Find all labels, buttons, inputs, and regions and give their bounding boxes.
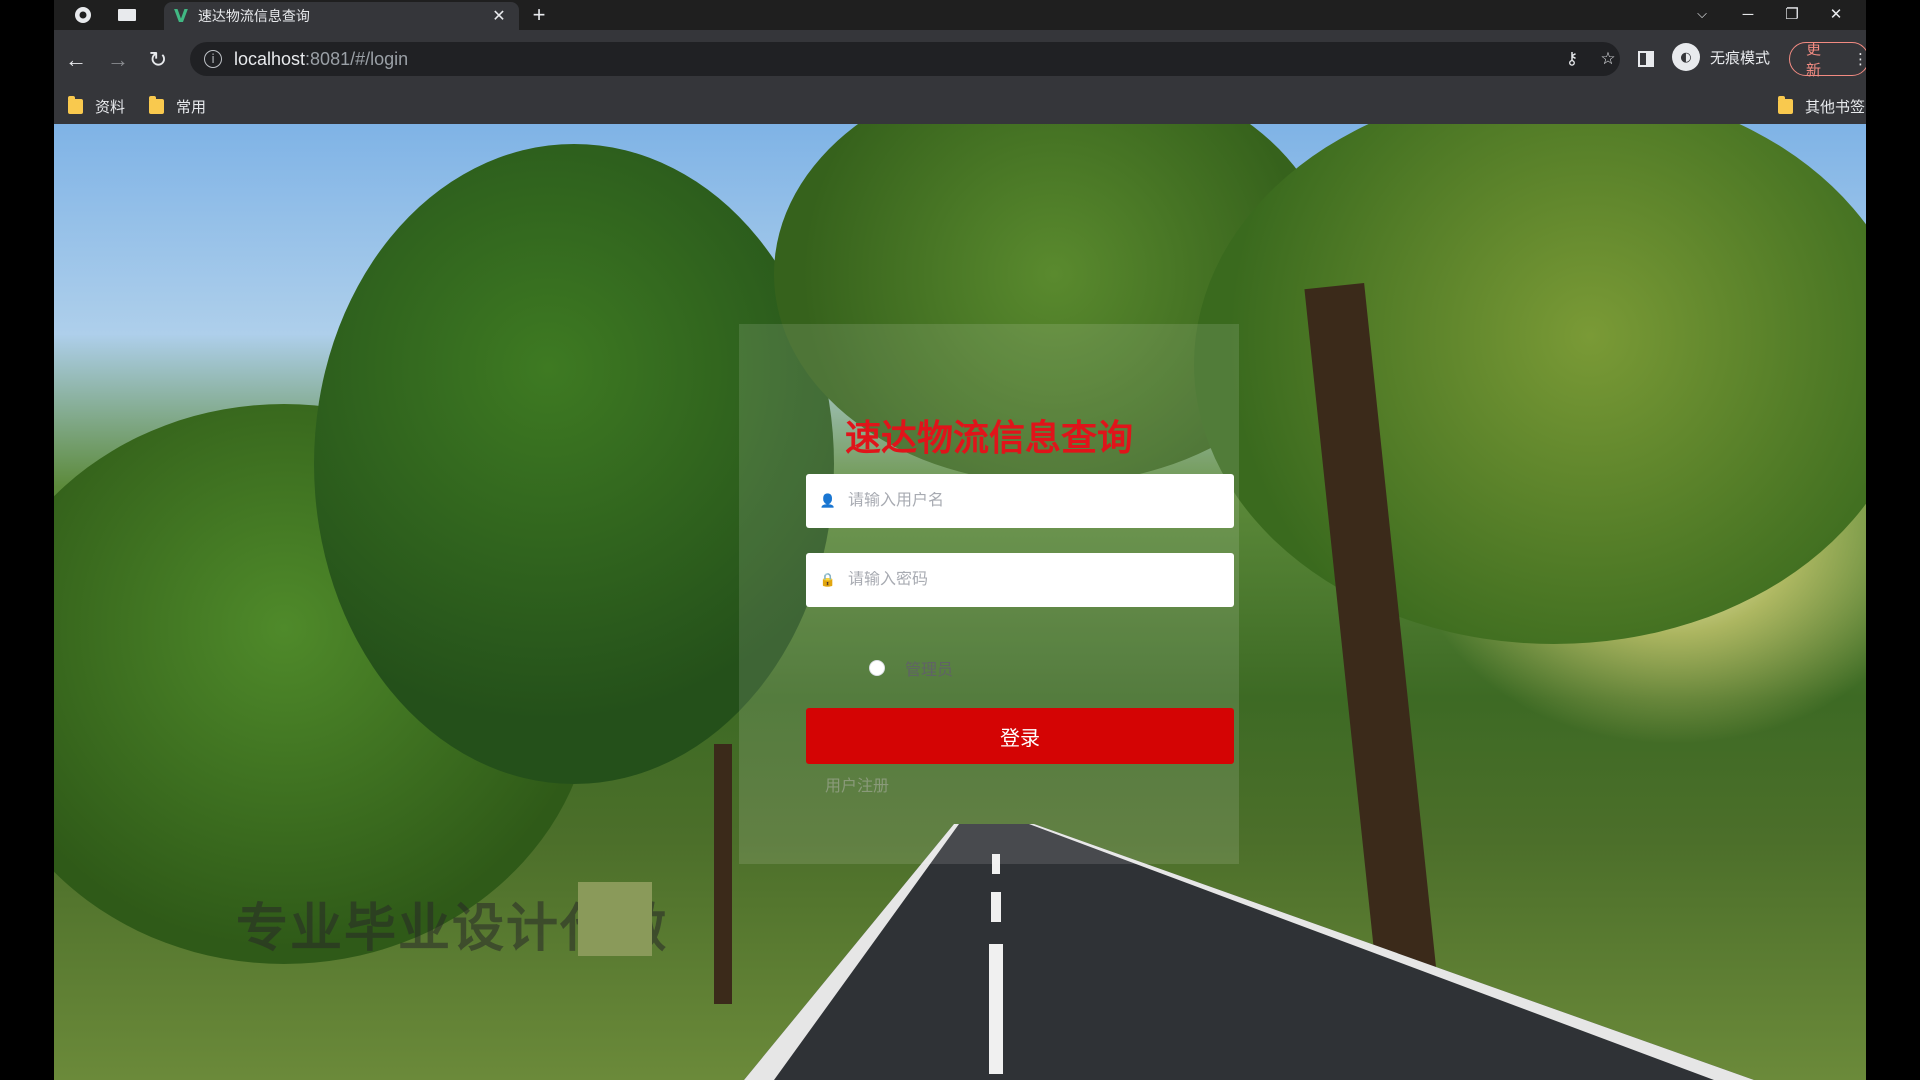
browser-window: V 速达物流信息查询 ✕ + ⌵ ─ ❐ ✕ ← → ↻ i localhost… [54, 0, 1866, 1080]
sidepanel-icon[interactable] [1632, 45, 1660, 73]
update-button[interactable]: 更新 ⋮ [1789, 41, 1866, 79]
password-input[interactable] [848, 571, 1234, 589]
folder-icon [1778, 96, 1793, 114]
bookmarks-bar: 资料 常用 其他书签 [54, 88, 1866, 124]
tab-title: 速达物流信息查询 [197, 8, 310, 24]
bookmark-label: 常用 [176, 99, 207, 116]
incognito-label: 无痕模式 [1710, 49, 1771, 67]
password-field[interactable]: 🔒 [806, 553, 1234, 607]
toolbar: ← → ↻ i localhost:8081/#/login ⚷ ☆ ◐ 无痕模… [54, 30, 1866, 88]
user-icon: 👤 [819, 493, 837, 509]
bookmark-folder-1[interactable]: 资料 [68, 96, 125, 117]
tab-active[interactable]: V 速达物流信息查询 ✕ [164, 2, 519, 30]
minimize-icon[interactable]: ─ [1726, 0, 1770, 28]
chrome-icon[interactable] [66, 2, 100, 28]
url-host: localhost [234, 48, 306, 69]
plus-icon[interactable]: + [524, 2, 554, 28]
login-button[interactable]: 登录 [806, 708, 1234, 764]
back-icon[interactable]: ← [60, 44, 92, 76]
login-page: 速达物流信息查询 👤 🔒 管理员 登录 用户注册 专业毕业设计代做 [54, 124, 1866, 1080]
tab-strip: V 速达物流信息查询 ✕ + ⌵ ─ ❐ ✕ [54, 0, 1866, 30]
incognito-icon: ◐ [1672, 43, 1700, 71]
chevron-down-icon[interactable]: ⌵ [1680, 0, 1724, 28]
url-path: :8081/#/login [305, 48, 409, 69]
address-bar[interactable]: i localhost:8081/#/login ⚷ ☆ [190, 42, 1620, 76]
menu-icon[interactable]: ⋮ [1853, 50, 1866, 68]
other-bookmarks-label: 其他书签 [1805, 99, 1866, 116]
close-icon[interactable]: ✕ [489, 6, 509, 26]
info-icon[interactable]: i [204, 50, 222, 68]
other-bookmarks[interactable]: 其他书签 [1778, 96, 1865, 117]
forward-icon[interactable]: → [102, 44, 134, 76]
incognito-indicator[interactable]: ◐ 无痕模式 [1672, 43, 1770, 71]
bookmark-folder-2[interactable]: 常用 [149, 96, 206, 117]
bookmark-label: 资料 [95, 99, 126, 116]
role-radio[interactable]: 管理员 [869, 656, 953, 680]
restore-icon[interactable]: ❐ [1770, 0, 1814, 28]
role-label: 管理员 [905, 662, 954, 679]
login-panel: 速达物流信息查询 👤 🔒 管理员 登录 用户注册 [739, 324, 1239, 864]
username-input[interactable] [848, 492, 1234, 510]
window-close-icon[interactable]: ✕ [1814, 0, 1858, 28]
window-icon[interactable] [110, 2, 144, 28]
key-icon[interactable]: ⚷ [1558, 48, 1586, 70]
register-link[interactable]: 用户注册 [825, 772, 889, 796]
folder-icon [149, 96, 164, 114]
login-title: 速达物流信息查询 [844, 417, 1133, 458]
update-label: 更新 [1806, 41, 1822, 79]
radio-circle[interactable] [869, 660, 885, 676]
star-icon[interactable]: ☆ [1594, 48, 1622, 70]
username-field[interactable]: 👤 [806, 474, 1234, 528]
watermark-blur [578, 882, 652, 956]
reload-icon[interactable]: ↻ [142, 44, 174, 76]
vue-favicon: V [174, 5, 188, 27]
folder-icon [68, 96, 83, 114]
lock-icon: 🔒 [819, 572, 837, 588]
